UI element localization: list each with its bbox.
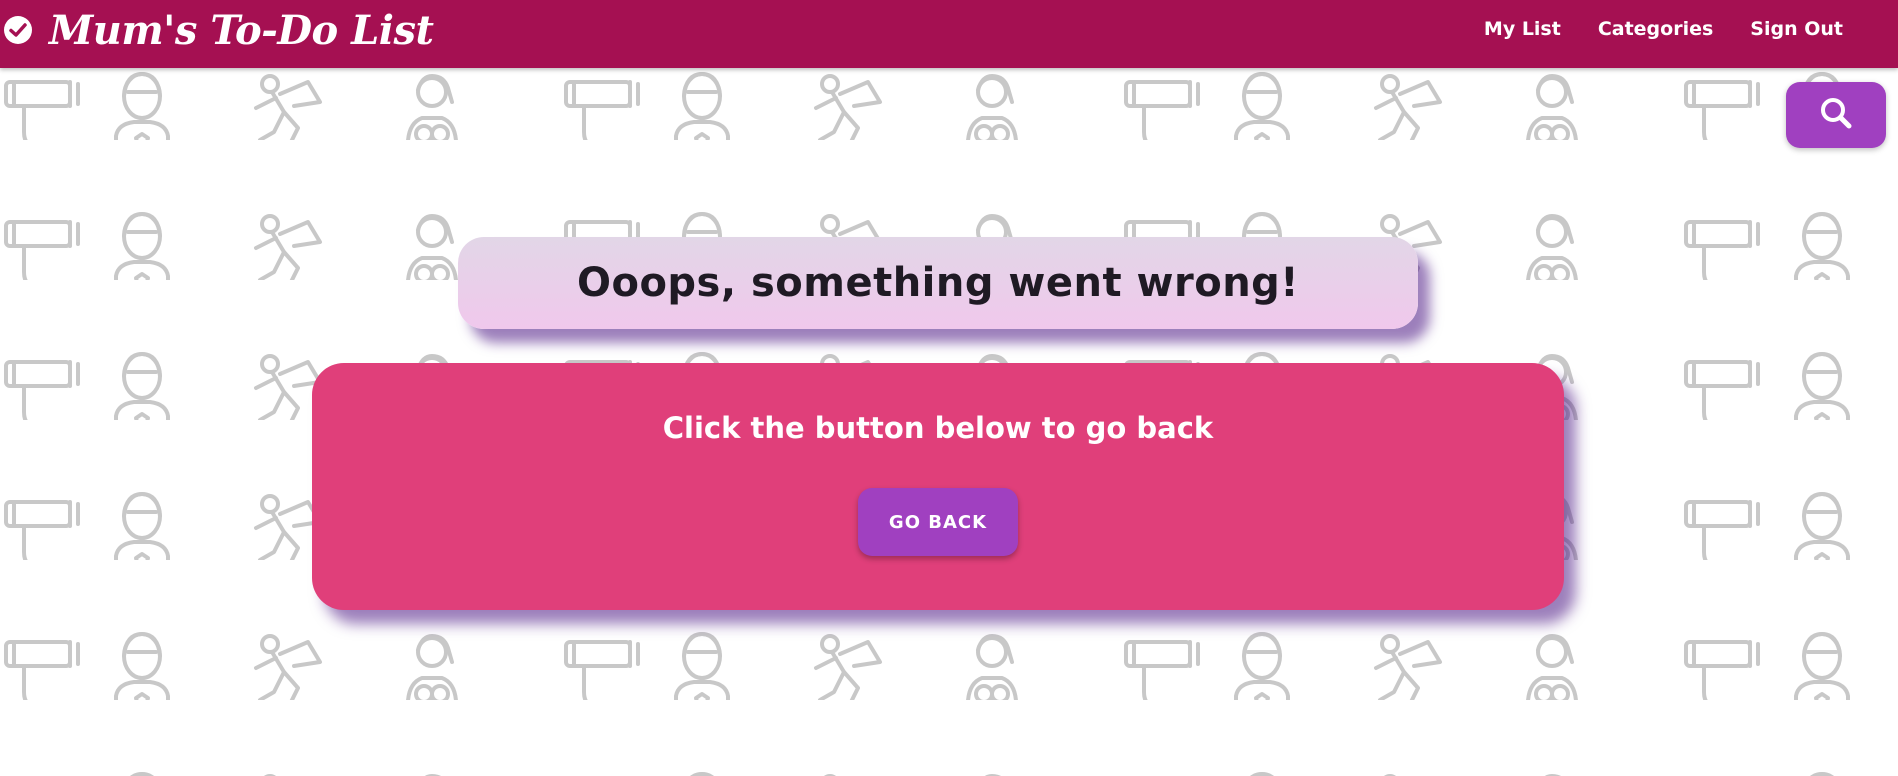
brand-title: Mum's To-Do List [49, 6, 434, 54]
error-message: Click the button below to go back [662, 411, 1214, 445]
error-heading-card: Ooops, something went wrong! [458, 237, 1418, 329]
check-circle-icon [3, 15, 33, 45]
error-heading: Ooops, something went wrong! [576, 260, 1300, 306]
error-message-panel: Click the button below to go back GO BAC… [312, 363, 1564, 610]
search-button[interactable] [1786, 82, 1886, 148]
search-icon [1819, 96, 1853, 134]
nav-link-my-list[interactable]: My List [1484, 18, 1561, 40]
go-back-button[interactable]: GO BACK [858, 488, 1018, 556]
nav-link-sign-out[interactable]: Sign Out [1750, 18, 1843, 40]
nav-links: My List Categories Sign Out [1447, 0, 1843, 58]
brand-link[interactable]: Mum's To-Do List [0, 0, 434, 60]
nav-link-categories[interactable]: Categories [1598, 18, 1713, 40]
top-navbar: Mum's To-Do List My List Categories Sign… [0, 0, 1898, 68]
